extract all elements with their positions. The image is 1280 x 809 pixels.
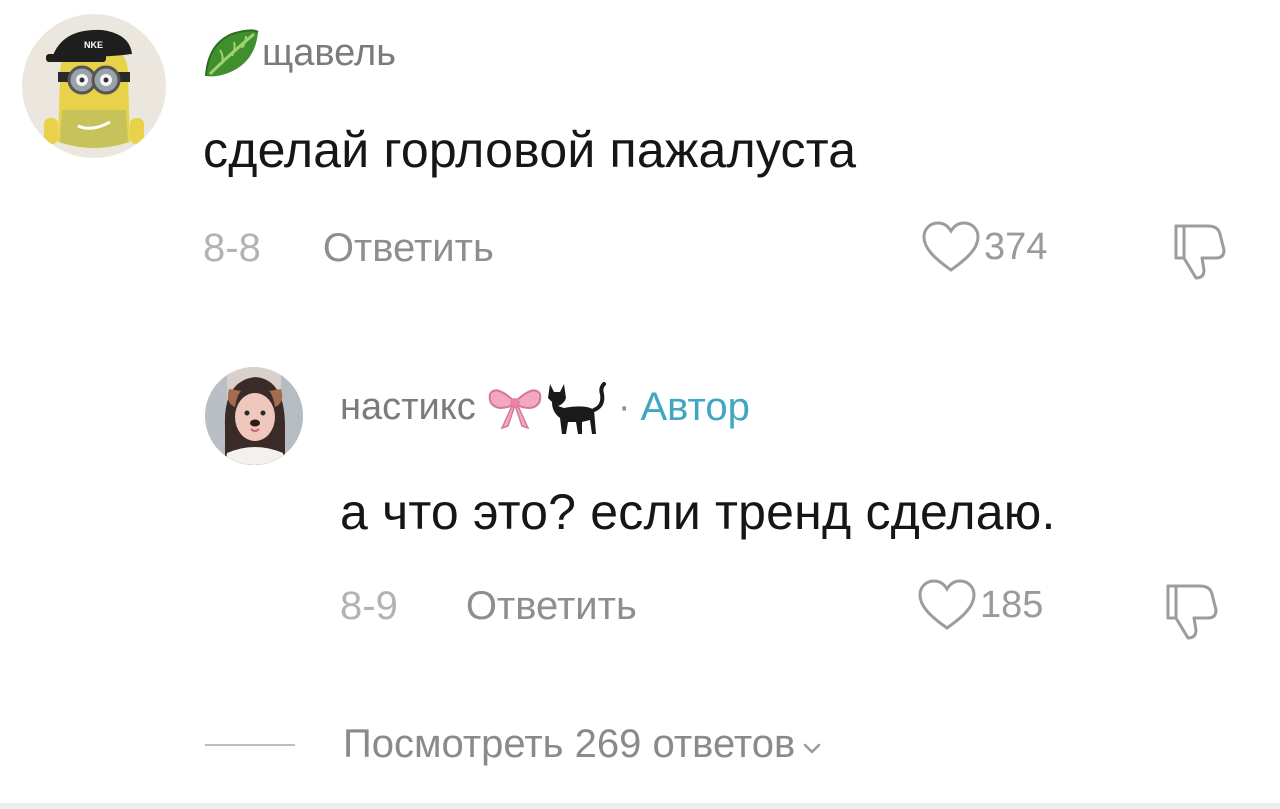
like-button[interactable]: 374 — [920, 220, 1047, 274]
pink-bow-icon — [486, 382, 544, 432]
comment-meta: 8-8 Ответить — [203, 222, 494, 274]
like-count: 374 — [984, 225, 1048, 268]
black-cat-icon — [544, 376, 608, 438]
comment-meta: 8-9 Ответить — [340, 580, 637, 632]
author-badge: Автор — [640, 384, 750, 429]
view-replies-label: Посмотреть 269 ответов — [343, 722, 796, 766]
bottom-divider — [0, 803, 1280, 809]
author-separator: · — [617, 385, 631, 428]
dislike-button[interactable] — [1168, 220, 1230, 282]
like-button[interactable]: 185 — [916, 578, 1043, 632]
username-row: щавель — [202, 22, 396, 84]
username[interactable]: настикс — [340, 386, 476, 429]
lettuce-leaf-icon — [202, 26, 260, 80]
thumbs-down-icon — [1174, 224, 1226, 280]
username-row: настикс · Автор — [340, 376, 750, 438]
svg-text:NKE: NKE — [84, 40, 103, 50]
comment-date: 8-8 — [203, 225, 261, 270]
comment-text: а что это? если тренд сделаю. — [340, 484, 1056, 540]
like-count: 185 — [980, 583, 1044, 626]
chevron-down-icon — [801, 738, 823, 760]
comment-date: 8-9 — [340, 583, 398, 628]
avatar-minion[interactable]: NKE — [22, 14, 166, 158]
avatar-nastiks[interactable] — [205, 367, 303, 465]
reply-button[interactable]: Ответить — [466, 584, 637, 629]
thumbs-down-icon — [1166, 584, 1218, 640]
dislike-button[interactable] — [1160, 580, 1222, 642]
minion-avatar-image: NKE — [22, 14, 166, 158]
divider-line — [205, 743, 295, 746]
reply-button[interactable]: Ответить — [323, 226, 494, 271]
girl-dog-filter-avatar — [205, 367, 303, 465]
view-replies-button[interactable]: Посмотреть 269 ответов — [205, 722, 823, 767]
username[interactable]: щавель — [262, 32, 396, 75]
heart-icon — [920, 220, 982, 274]
comment-text: сделай горловой пажалуста — [203, 122, 857, 178]
heart-icon — [916, 578, 978, 632]
